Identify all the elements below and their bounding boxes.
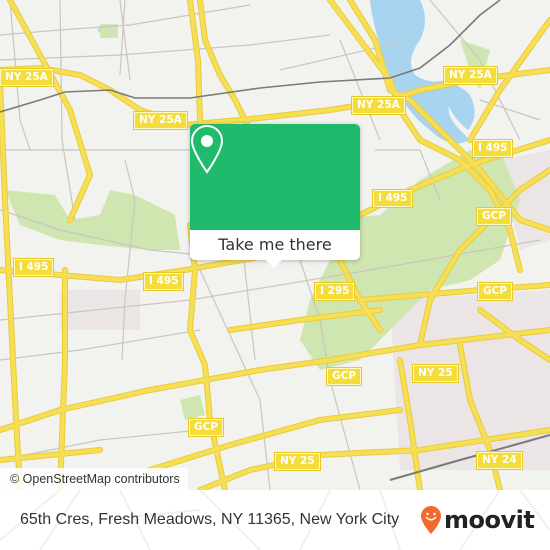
popup-header (190, 124, 360, 230)
route-shield-i495: I 495 (373, 190, 413, 207)
footer: 65th Cres, Fresh Meadows, NY 11365, New … (0, 490, 550, 550)
park (180, 395, 205, 420)
route-shield-ny25a: NY 25A (0, 69, 53, 86)
map[interactable]: NY 25A NY 25A NY 25A NY 25A I 495 I 495 … (0, 0, 550, 490)
route-shield-gcp: GCP (189, 419, 224, 436)
moovit-pin-icon (421, 506, 441, 534)
brand-name: moovit (444, 506, 535, 534)
route-shield-ny25a: NY 25A (352, 97, 405, 114)
popup-pointer (266, 260, 282, 268)
moovit-logo: moovit (420, 500, 535, 540)
route-shield-i495: I 495 (14, 259, 54, 276)
route-shield-i495: I 495 (144, 273, 184, 290)
take-me-there-button[interactable]: Take me there (190, 230, 360, 260)
route-shield-ny25: NY 25 (275, 453, 320, 470)
address-text: 65th Cres, Fresh Meadows, NY 11365, New … (20, 511, 400, 528)
location-popup: Take me there (190, 124, 360, 260)
route-shield-ny24: NY 24 (477, 452, 522, 469)
map-pin-icon (190, 124, 224, 174)
route-shield-i295: I 295 (315, 283, 355, 300)
route-shield-gcp: GCP (478, 283, 513, 300)
route-shield-i495: I 495 (473, 140, 513, 157)
map-attribution[interactable]: © OpenStreetMap contributors (0, 468, 188, 490)
route-shield-ny25: NY 25 (413, 365, 458, 382)
route-shield-ny25a: NY 25A (134, 112, 187, 129)
route-shield-gcp: GCP (327, 368, 362, 385)
route-shield-ny25a: NY 25A (444, 67, 497, 84)
route-shield-gcp: GCP (477, 208, 512, 225)
